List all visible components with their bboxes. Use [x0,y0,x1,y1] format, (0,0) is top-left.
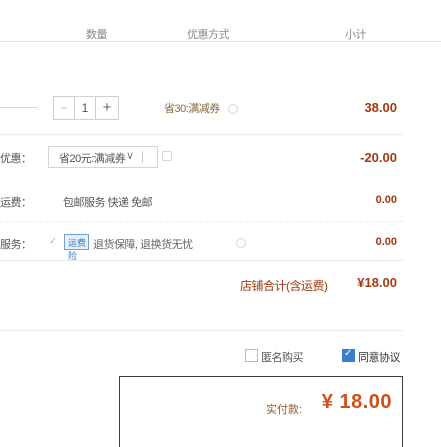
qty-decrement-button[interactable]: − [54,97,75,119]
divider [0,134,403,135]
chevron-down-icon: ∨ [126,150,135,162]
anonymous-label[interactable]: 匿名购买 [261,349,304,365]
shipping-label: 运费： [0,197,32,209]
coupon-label: 优惠： [0,153,32,165]
store-total-label: 店铺合计(含运费) [240,279,328,293]
coupon-amount: -20.00 [360,150,397,165]
service-info-icon[interactable] [236,238,246,248]
header-divider [0,41,441,42]
header-subtotal: 小计 [345,29,367,41]
shipping-amount: 0.00 [375,194,397,206]
item-subtotal: 38.00 [364,100,397,115]
row-divider-left [0,107,38,108]
agree-checkbox[interactable] [342,348,355,362]
divider [0,330,403,331]
coupon-info-icon[interactable] [162,151,172,161]
select-divider [142,151,143,163]
service-check-icon: ✓ [49,236,58,247]
store-total-amount: ¥18.00 [357,275,397,290]
quantity-stepper: − 1 + [53,96,119,120]
item-promo: 省30:满减券 [164,103,220,115]
service-text: 退货保障, 退换货无忧 [93,239,193,251]
coupon-selected-text: 省20元:满减券 [59,153,126,165]
anonymous-checkbox[interactable] [245,349,258,362]
service-amount: 0.00 [375,236,397,248]
divider [0,260,403,261]
shipping-value: 包邮服务 快递 免邮 [63,197,153,209]
service-badge-text: 运费险 [68,238,87,261]
coupon-select[interactable]: 省20元:满减券 ∨ [48,146,158,168]
header-qty: 数量 [86,29,108,41]
header-discount: 优惠方式 [187,29,230,41]
qty-increment-button[interactable]: + [96,97,118,119]
service-label: 服务： [0,239,32,251]
total-amount: ¥ 18.00 [321,391,392,413]
service-badge-icon: 运费险 [64,234,89,261]
divider [0,221,403,222]
qty-value[interactable]: 1 [75,97,96,119]
agree-label[interactable]: 同意协议 [358,349,401,365]
total-panel: 实付款: ¥ 18.00 [119,376,403,447]
total-label: 实付款: [266,404,303,416]
promo-info-icon[interactable] [228,104,238,114]
